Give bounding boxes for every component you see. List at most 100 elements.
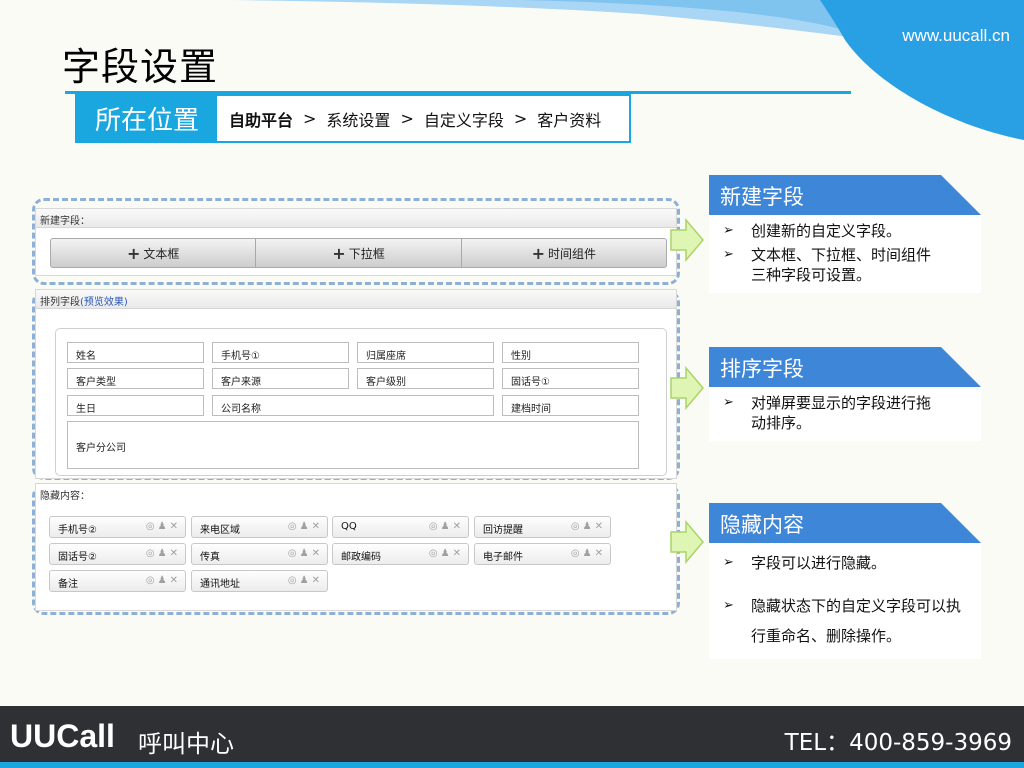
breadcrumb-separator: > [400, 109, 414, 128]
breadcrumb-path: 自助平台 > 系统设置 > 自定义字段 > 客户资料 [217, 96, 601, 141]
sort-field[interactable]: 建档时间 [502, 395, 639, 416]
breadcrumb-item-system-settings[interactable]: 系统设置 [326, 107, 390, 131]
info-list: ➢ 创建新的自定义字段。 ➢ 文本框、下拉框、时间组件三种字段可设置。 [709, 215, 981, 293]
info-item: ➢ 文本框、下拉框、时间组件三种字段可设置。 [709, 245, 981, 285]
field-actions-icon[interactable]: ◎♟✕ [146, 548, 181, 559]
location-label: 所在位置 [77, 96, 217, 141]
plus-icon: + [531, 243, 546, 263]
footer-stripe [0, 762, 1024, 768]
footer: UUCall 呼叫中心 TEL：400-859-3969 [0, 706, 1024, 768]
info-item-text: 文本框、下拉框、时间组件三种字段可设置。 [751, 246, 932, 284]
field-actions-icon[interactable]: ◎♟✕ [571, 548, 606, 559]
info-title: 排序字段 [720, 357, 804, 381]
sort-field[interactable]: 生日 [67, 395, 204, 416]
sort-heading-text: 排列字段 [40, 297, 80, 308]
info-item: ➢ 字段可以进行隐藏。 [709, 553, 981, 573]
brand-subtitle: 呼叫中心 [138, 730, 234, 758]
add-dropdown-button[interactable]: + 下拉框 [256, 239, 462, 267]
field-actions-icon[interactable]: ◎♟✕ [288, 575, 323, 586]
sort-field[interactable]: 姓名 [67, 342, 204, 363]
arrow-bullet-icon: ➢ [723, 598, 734, 613]
arrow-right-icon [670, 218, 704, 262]
hidden-field-label: 通讯地址 [200, 579, 240, 590]
hidden-field-label: 传真 [200, 552, 220, 563]
hidden-field[interactable]: 通讯地址 ◎♟✕ [191, 570, 328, 592]
info-item-text: 创建新的自定义字段。 [751, 222, 902, 240]
info-sort-field: 排序字段 ➢ 对弹屏要显示的字段进行拖动排序。 [709, 347, 981, 441]
breadcrumb-item-custom-fields[interactable]: 自定义字段 [424, 107, 504, 131]
arrow-right-icon [670, 366, 704, 410]
hidden-field-label: 手机号② [58, 525, 97, 536]
breadcrumb-item-self-service[interactable]: 自助平台 [229, 107, 293, 131]
breadcrumb: 所在位置 自助平台 > 系统设置 > 自定义字段 > 客户资料 [75, 94, 631, 143]
add-dropdown-label: 下拉框 [348, 246, 385, 261]
hidden-field-label: 固话号② [58, 552, 97, 563]
page-title: 字段设置 [62, 45, 219, 89]
hidden-field[interactable]: 邮政编码 ◎♟✕ [332, 543, 469, 565]
field-actions-icon[interactable]: ◎♟✕ [571, 521, 606, 532]
hidden-field-label: 备注 [58, 579, 78, 590]
sort-field[interactable]: 公司名称 [212, 395, 494, 416]
add-time-component-button[interactable]: + 时间组件 [462, 239, 666, 267]
add-textbox-button[interactable]: + 文本框 [51, 239, 257, 267]
field-actions-icon[interactable]: ◎♟✕ [429, 548, 464, 559]
hidden-field[interactable]: 固话号② ◎♟✕ [49, 543, 186, 565]
preview-link[interactable]: (预览效果) [80, 297, 128, 308]
add-field-toolbar: + 文本框 + 下拉框 + 时间组件 [50, 238, 667, 268]
hidden-heading: 隐藏内容： [36, 484, 676, 503]
info-item: ➢ 隐藏状态下的自定义字段可以执行重命名、删除操作。 [709, 591, 981, 651]
sort-field[interactable]: 归属座席 [357, 342, 494, 363]
arrow-bullet-icon: ➢ [723, 223, 734, 238]
breadcrumb-separator: > [513, 109, 528, 128]
new-field-heading: 新建字段： [36, 209, 676, 228]
breadcrumb-item-customer-info[interactable]: 客户资料 [537, 107, 601, 131]
field-actions-icon[interactable]: ◎♟✕ [146, 521, 181, 532]
info-title: 新建字段 [720, 185, 804, 209]
hidden-field[interactable]: 电子邮件 ◎♟✕ [474, 543, 611, 565]
hidden-field[interactable]: QQ ◎♟✕ [332, 516, 469, 538]
plus-icon: + [332, 243, 346, 263]
add-time-component-label: 时间组件 [548, 246, 597, 261]
hidden-field[interactable]: 备注 ◎♟✕ [49, 570, 186, 592]
hidden-field[interactable]: 回访提醒 ◎♟✕ [474, 516, 611, 538]
info-new-field: 新建字段 ➢ 创建新的自定义字段。 ➢ 文本框、下拉框、时间组件三种字段可设置。 [709, 175, 981, 293]
field-actions-icon[interactable]: ◎♟✕ [429, 521, 464, 532]
field-actions-icon[interactable]: ◎♟✕ [146, 575, 181, 586]
sort-field[interactable]: 客户分公司 [67, 421, 639, 469]
sort-field[interactable]: 客户级别 [357, 368, 494, 389]
arrow-bullet-icon: ➢ [723, 247, 734, 262]
info-heading: 排序字段 [709, 347, 981, 387]
sort-field-area: 姓名 手机号① 归属座席 性别 客户类型 客户来源 客户级别 固话号① 生日 公… [55, 328, 667, 476]
info-list: ➢ 字段可以进行隐藏。 ➢ 隐藏状态下的自定义字段可以执行重命名、删除操作。 [709, 543, 981, 659]
sort-field[interactable]: 固话号① [502, 368, 639, 389]
plus-icon: + [126, 243, 141, 263]
sort-field[interactable]: 客户类型 [67, 368, 204, 389]
info-item-text: 字段可以进行隐藏。 [751, 554, 887, 572]
info-item-text: 对弹屏要显示的字段进行拖动排序。 [751, 394, 932, 432]
arrow-bullet-icon: ➢ [723, 555, 734, 570]
info-list: ➢ 对弹屏要显示的字段进行拖动排序。 [709, 387, 981, 441]
sort-field[interactable]: 客户来源 [212, 368, 349, 389]
arrow-right-icon [670, 520, 704, 564]
hidden-field[interactable]: 来电区域 ◎♟✕ [191, 516, 328, 538]
hidden-field[interactable]: 手机号② ◎♟✕ [49, 516, 186, 538]
info-hidden-content: 隐藏内容 ➢ 字段可以进行隐藏。 ➢ 隐藏状态下的自定义字段可以执行重命名、删除操作… [709, 503, 981, 659]
hidden-field-label: 电子邮件 [483, 552, 523, 563]
add-textbox-label: 文本框 [143, 246, 180, 261]
sort-field[interactable]: 手机号① [212, 342, 349, 363]
hidden-field-label: 来电区域 [200, 525, 240, 536]
hidden-field-label: 邮政编码 [341, 552, 381, 563]
field-actions-icon[interactable]: ◎♟✕ [288, 548, 323, 559]
info-item-text: 隐藏状态下的自定义字段可以执行重命名、删除操作。 [751, 597, 962, 645]
hidden-field[interactable]: 传真 ◎♟✕ [191, 543, 328, 565]
field-actions-icon[interactable]: ◎♟✕ [288, 521, 323, 532]
site-url[interactable]: www.uucall.cn [902, 26, 1010, 46]
info-item: ➢ 创建新的自定义字段。 [709, 221, 981, 241]
hidden-field-label: QQ [341, 521, 357, 532]
breadcrumb-separator: > [303, 109, 317, 128]
sort-field[interactable]: 性别 [502, 342, 639, 363]
telephone: TEL：400-859-3969 [784, 730, 1012, 756]
sort-heading: 排列字段(预览效果) [36, 290, 676, 309]
brand-logo: UUCall [10, 718, 115, 754]
info-heading: 新建字段 [709, 175, 981, 215]
